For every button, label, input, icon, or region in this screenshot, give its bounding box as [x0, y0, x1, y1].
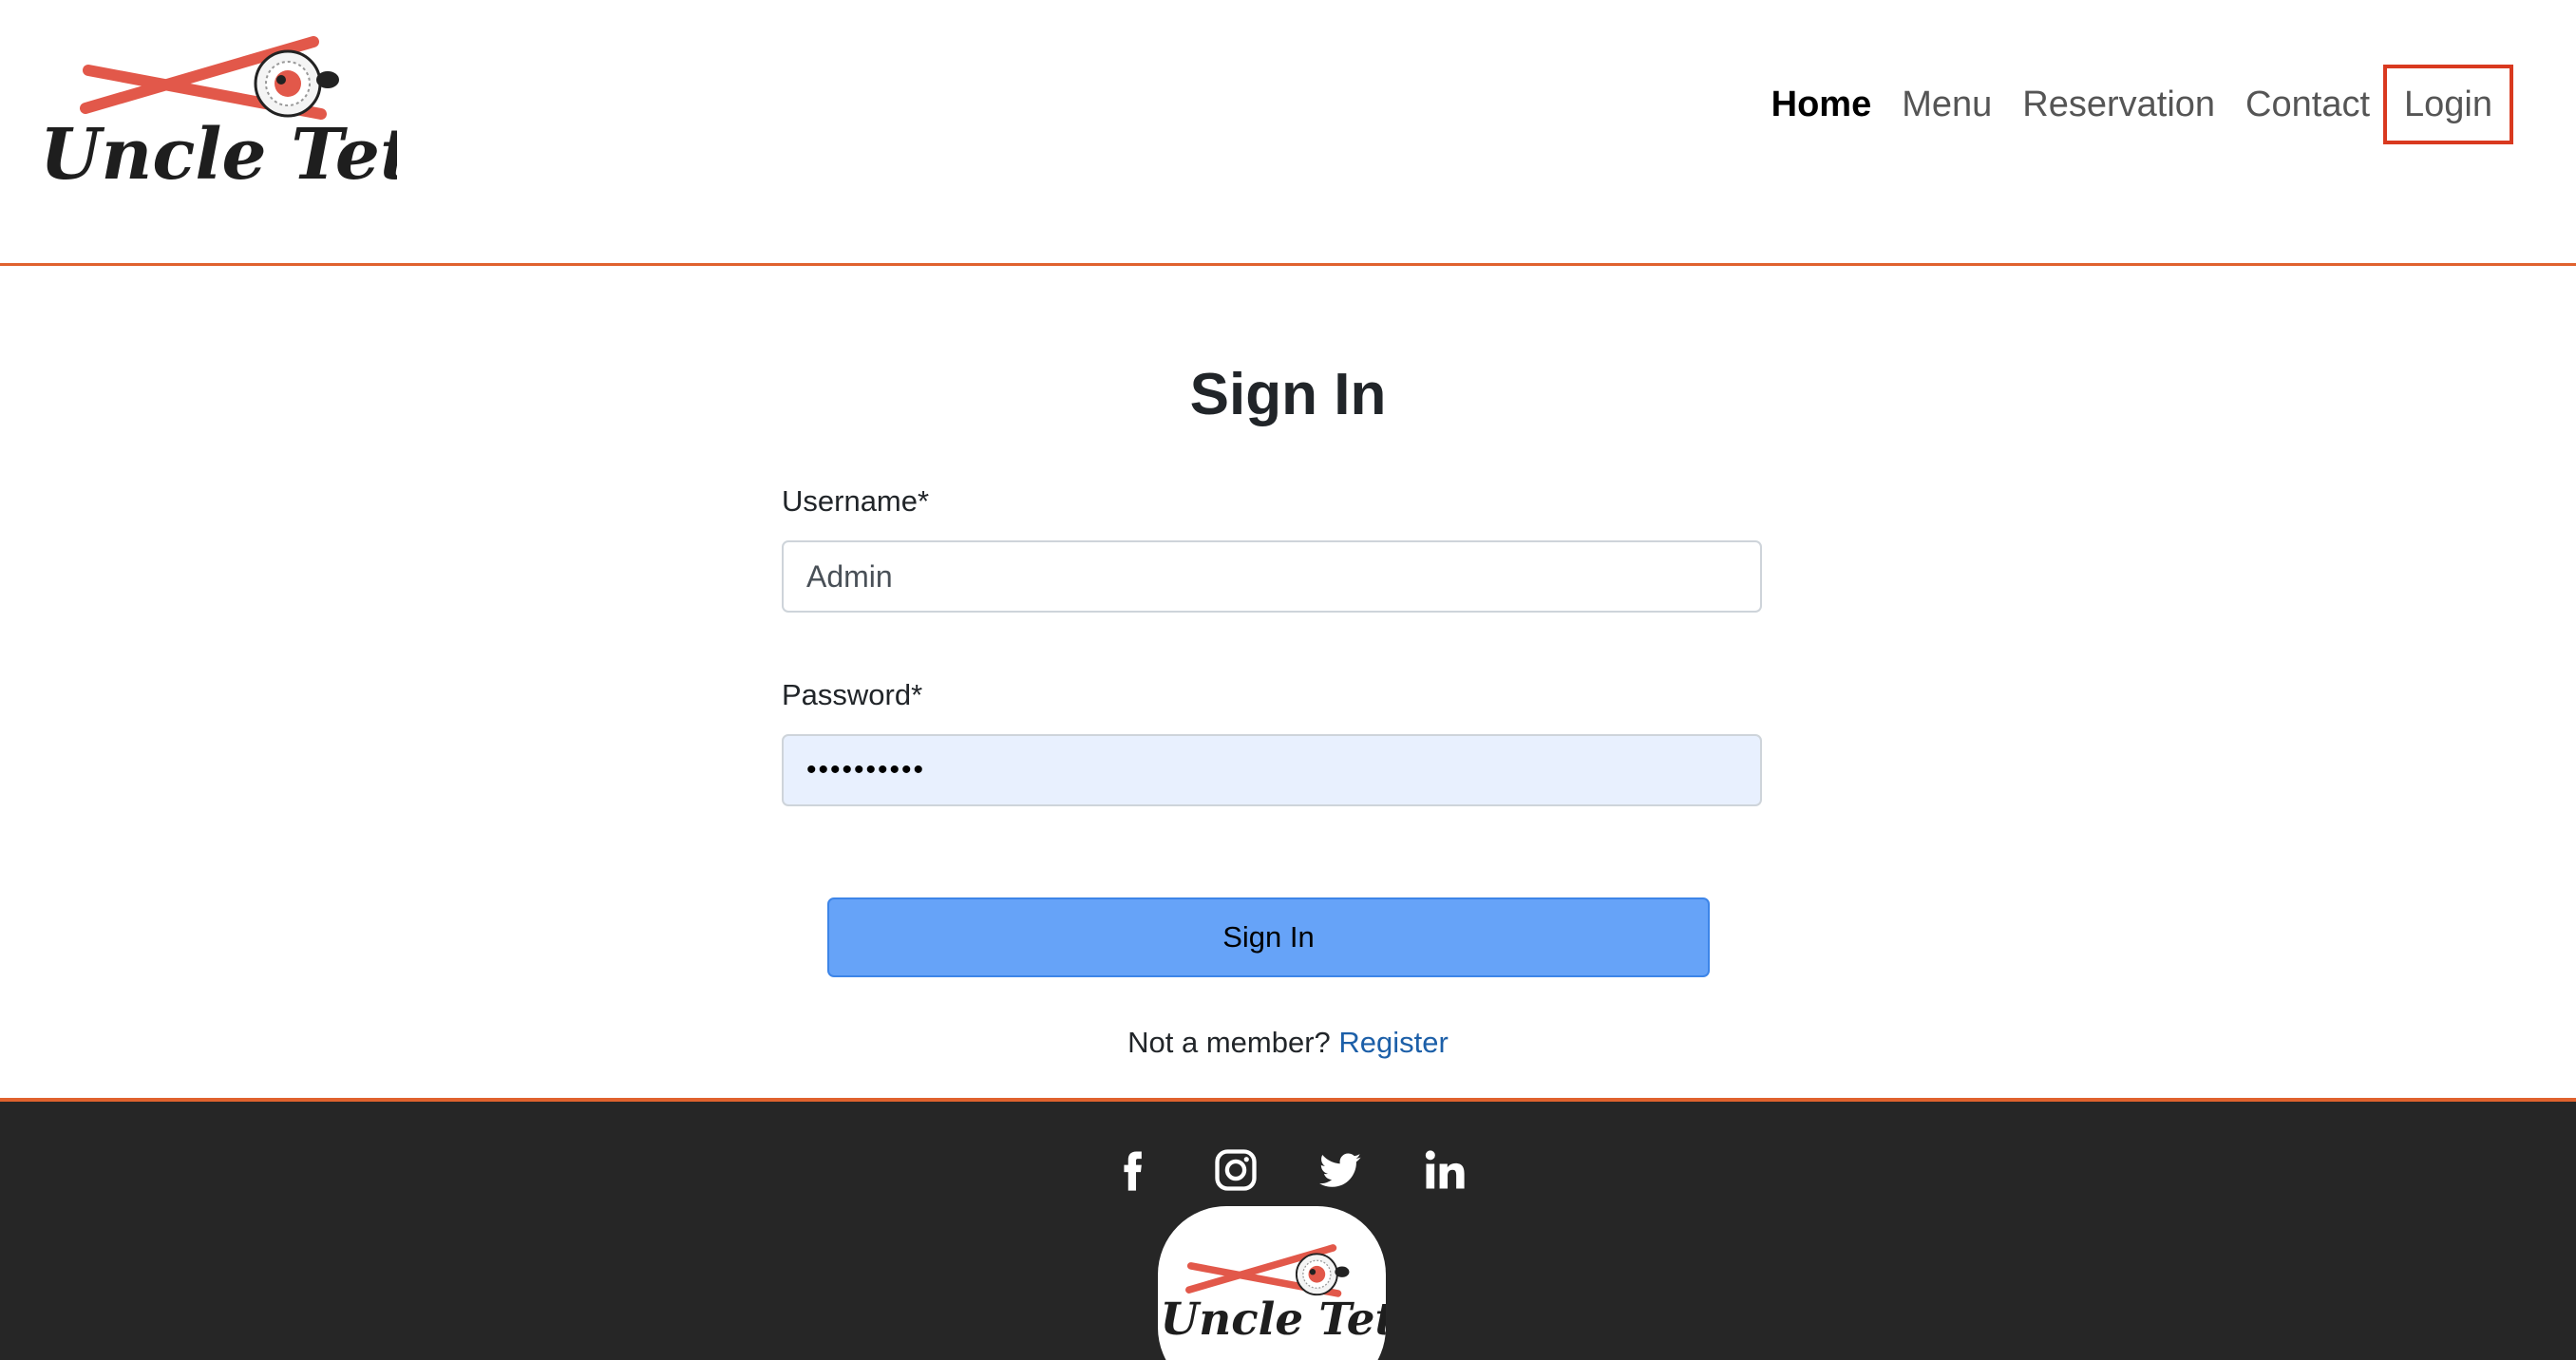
- uncle-tetsu-logo-icon: Uncle Tetsu: [1161, 1244, 1386, 1346]
- register-prompt: Not a member? Register: [0, 1026, 2576, 1060]
- logo-wordmark: Uncle Tetsu: [40, 114, 397, 196]
- linkedin-icon[interactable]: [1392, 1140, 1497, 1200]
- footer-logo-wordmark: Uncle Tetsu: [1161, 1294, 1386, 1346]
- password-label: Password*: [782, 678, 923, 711]
- facebook-icon[interactable]: [1079, 1140, 1184, 1200]
- uncle-tetsu-logo-icon: Uncle Tetsu: [40, 36, 397, 196]
- nav-item-contact[interactable]: Contact: [2230, 66, 2385, 142]
- nav-item-reservation[interactable]: Reservation: [2007, 66, 2230, 142]
- instagram-icon[interactable]: [1184, 1140, 1288, 1200]
- site-header: Uncle Tetsu Home Menu Reservation Contac…: [0, 0, 2576, 266]
- main-nav: Home Menu Reservation Contact Login: [1756, 65, 2513, 144]
- page-title: Sign In: [1189, 362, 1387, 427]
- password-input[interactable]: [782, 734, 1762, 806]
- signin-section: Sign In Username* Password* Sign In Not …: [0, 266, 2576, 1098]
- username-input[interactable]: [782, 540, 1762, 613]
- nav-item-menu[interactable]: Menu: [1886, 66, 2007, 142]
- site-logo[interactable]: Uncle Tetsu: [36, 36, 397, 207]
- sign-in-button[interactable]: Sign In: [827, 897, 1710, 977]
- register-prompt-text: Not a member?: [1127, 1026, 1331, 1059]
- register-link[interactable]: Register: [1338, 1026, 1448, 1059]
- footer-logo[interactable]: Uncle Tetsu: [1158, 1206, 1386, 1360]
- username-label: Username*: [782, 484, 930, 518]
- nav-item-login[interactable]: Login: [2383, 65, 2513, 144]
- site-footer: Uncle Tetsu: [0, 1098, 2576, 1360]
- social-links: [0, 1140, 2576, 1200]
- twitter-icon[interactable]: [1288, 1140, 1392, 1200]
- nav-item-home[interactable]: Home: [1756, 66, 1887, 142]
